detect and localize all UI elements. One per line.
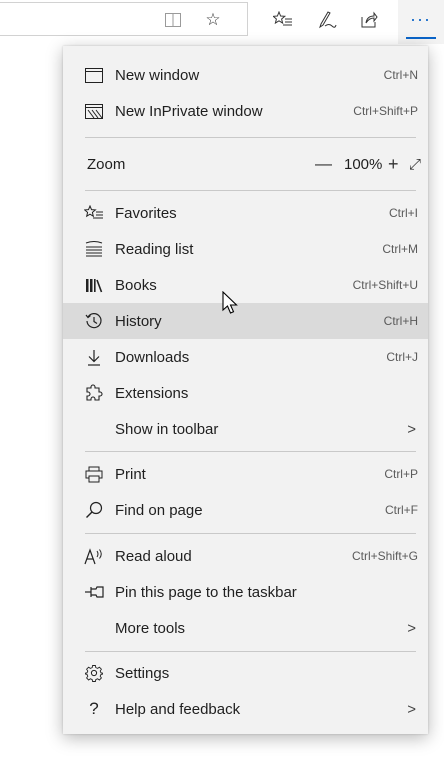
settings-menu: New window Ctrl+N New InPrivate window C… bbox=[63, 46, 428, 734]
mouse-cursor-icon bbox=[222, 290, 240, 315]
menu-item-print[interactable]: Print Ctrl+P bbox=[63, 456, 428, 492]
menu-separator bbox=[85, 451, 416, 452]
chevron-right-icon: > bbox=[407, 420, 416, 438]
menu-item-shortcut: Ctrl+F bbox=[385, 503, 418, 517]
menu-separator bbox=[85, 533, 416, 534]
menu-item-pin-to-taskbar[interactable]: Pin this page to the taskbar bbox=[63, 574, 428, 610]
chevron-right-icon: > bbox=[407, 700, 416, 718]
zoom-out-button[interactable]: — bbox=[315, 154, 332, 174]
reading-view-icon[interactable] bbox=[160, 8, 186, 32]
menu-item-reading-list[interactable]: Reading list Ctrl+M bbox=[63, 231, 428, 267]
pen-icon[interactable] bbox=[314, 8, 340, 32]
menu-item-shortcut: Ctrl+Shift+G bbox=[351, 549, 418, 563]
menu-item-label: Extensions bbox=[115, 384, 189, 402]
menu-item-find-on-page[interactable]: Find on page Ctrl+F bbox=[63, 492, 428, 528]
menu-item-books[interactable]: Books Ctrl+Shift+U bbox=[63, 267, 428, 303]
menu-item-shortcut: Ctrl+I bbox=[388, 206, 418, 220]
browser-toolbar: ☆ ··· bbox=[0, 0, 444, 44]
menu-item-shortcut: Ctrl+Shift+P bbox=[353, 104, 418, 118]
window-icon bbox=[81, 57, 107, 93]
favorite-star-icon[interactable]: ☆ bbox=[200, 8, 226, 32]
menu-item-label: Pin this page to the taskbar bbox=[115, 583, 297, 601]
menu-item-shortcut: Ctrl+J bbox=[386, 350, 418, 364]
more-button[interactable]: ··· bbox=[398, 0, 444, 44]
read-aloud-icon bbox=[81, 538, 107, 574]
settings-icon bbox=[81, 655, 107, 691]
menu-item-label: Help and feedback bbox=[115, 700, 241, 718]
chevron-right-icon: > bbox=[407, 619, 416, 637]
menu-item-label: Show in toolbar bbox=[115, 420, 219, 438]
download-icon bbox=[81, 339, 107, 375]
reading-list-icon bbox=[81, 231, 107, 267]
menu-separator bbox=[85, 651, 416, 652]
menu-item-label: Find on page bbox=[115, 501, 203, 519]
menu-item-show-in-toolbar[interactable]: Show in toolbar > bbox=[63, 411, 428, 447]
search-icon bbox=[81, 492, 107, 528]
menu-item-label: Settings bbox=[115, 664, 170, 682]
inprivate-icon bbox=[81, 93, 107, 129]
menu-item-downloads[interactable]: Downloads Ctrl+J bbox=[63, 339, 428, 375]
menu-item-new-inprivate-window[interactable]: New InPrivate window Ctrl+Shift+P bbox=[63, 93, 428, 129]
menu-item-label: Print bbox=[115, 465, 146, 483]
menu-item-settings[interactable]: Settings bbox=[63, 655, 428, 691]
print-icon bbox=[81, 456, 107, 492]
zoom-in-button[interactable]: + bbox=[388, 154, 399, 175]
more-icon: ··· bbox=[410, 9, 431, 29]
menu-item-label: New window bbox=[115, 66, 200, 84]
menu-item-read-aloud[interactable]: Read aloud Ctrl+Shift+G bbox=[63, 538, 428, 574]
zoom-level: 100% bbox=[344, 155, 383, 173]
favorites-icon bbox=[81, 195, 107, 231]
pin-icon bbox=[81, 574, 107, 610]
menu-item-shortcut: Ctrl+Shift+U bbox=[352, 278, 418, 292]
menu-item-more-tools[interactable]: More tools > bbox=[63, 610, 428, 646]
active-indicator bbox=[406, 37, 436, 39]
extensions-icon bbox=[81, 375, 107, 411]
menu-item-new-window[interactable]: New window Ctrl+N bbox=[63, 57, 428, 93]
menu-item-shortcut: Ctrl+N bbox=[383, 68, 418, 82]
menu-item-label: Read aloud bbox=[115, 547, 192, 565]
favorites-list-icon[interactable] bbox=[270, 8, 296, 32]
history-icon bbox=[81, 303, 107, 339]
menu-item-label: History bbox=[115, 312, 162, 330]
menu-item-shortcut: Ctrl+H bbox=[383, 314, 418, 328]
zoom-row: Zoom — 100% + ⤢ bbox=[63, 145, 428, 183]
menu-item-history[interactable]: History Ctrl+H bbox=[63, 303, 428, 339]
menu-separator bbox=[85, 190, 416, 191]
menu-item-label: Favorites bbox=[115, 204, 177, 222]
menu-item-shortcut: Ctrl+P bbox=[384, 467, 418, 481]
menu-item-label: More tools bbox=[115, 619, 186, 637]
zoom-label: Zoom bbox=[87, 155, 126, 173]
menu-item-label: New InPrivate window bbox=[115, 102, 263, 120]
fullscreen-icon[interactable]: ⤢ bbox=[409, 156, 421, 173]
menu-separator bbox=[85, 137, 416, 138]
menu-item-help-and-feedback[interactable]: ? Help and feedback > bbox=[63, 691, 428, 727]
menu-item-shortcut: Ctrl+M bbox=[382, 242, 418, 256]
menu-item-label: Reading list bbox=[115, 240, 194, 258]
menu-item-label: Books bbox=[115, 276, 157, 294]
help-icon: ? bbox=[89, 699, 99, 718]
menu-item-favorites[interactable]: Favorites Ctrl+I bbox=[63, 195, 428, 231]
menu-item-extensions[interactable]: Extensions bbox=[63, 375, 428, 411]
books-icon bbox=[81, 267, 107, 303]
menu-item-label: Downloads bbox=[115, 348, 190, 366]
share-icon[interactable] bbox=[356, 8, 382, 32]
